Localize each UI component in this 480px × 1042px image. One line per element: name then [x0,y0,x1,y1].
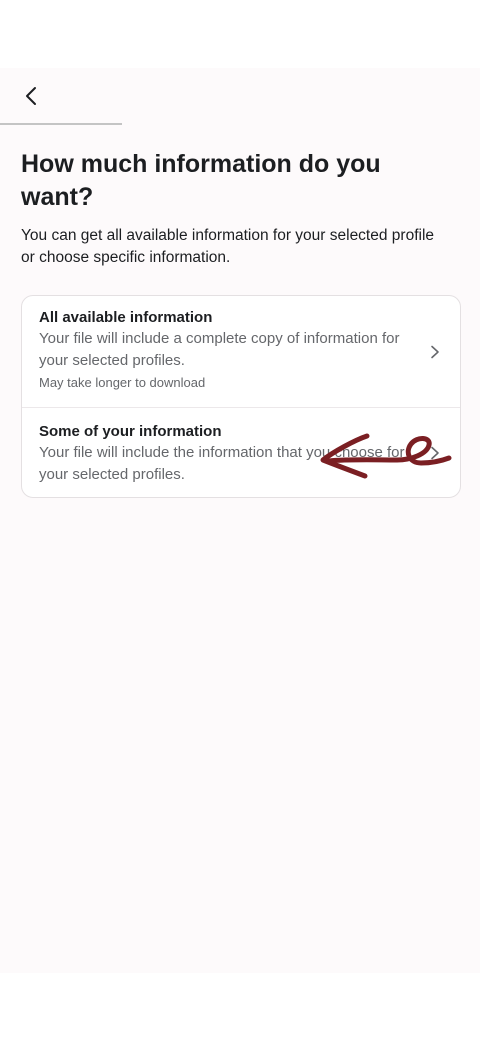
option-description: Your file will include the information t… [39,444,405,483]
option-description: Your file will include a complete copy o… [39,330,400,369]
chevron-right-icon [431,446,439,460]
options-card: All available information Your file will… [21,295,461,498]
option-all-information[interactable]: All available information Your file will… [22,296,460,408]
option-title: All available information [39,309,213,326]
top-bar-divider [0,123,122,125]
option-some-information[interactable]: Some of your information Your file will … [22,408,460,497]
back-button[interactable] [12,76,52,116]
chevron-right-icon [431,345,439,359]
page-title: How much information do you want? [21,150,381,211]
chevron-left-icon [26,87,36,105]
top-bar [0,68,480,125]
option-note: May take longer to download [39,375,206,390]
page-subtitle: You can get all available information fo… [21,227,435,266]
option-title: Some of your information [39,423,222,440]
screen: How much information do you want? You ca… [0,68,480,973]
